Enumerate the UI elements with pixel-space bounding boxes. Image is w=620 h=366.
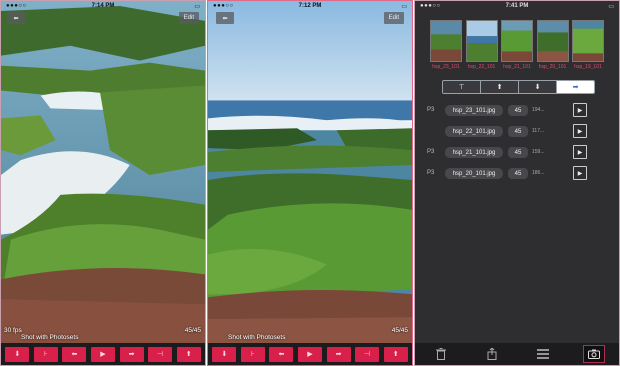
list-item: P3 hsp_23_101.jpg 45 194... ▶	[415, 102, 619, 123]
list-item: P3 hsp_21_101.jpg 45 159... ▶	[415, 144, 619, 165]
segment-top-bar[interactable]: ⊤	[443, 81, 481, 93]
frame-count-field[interactable]: 45	[508, 105, 528, 116]
thumbnail[interactable]: hsp_23_101	[430, 20, 462, 70]
camera-icon[interactable]	[582, 345, 605, 363]
playback-toolbar: ⬇ ⊦ ⬅ ▶ ➡ ⊣ ⬆	[1, 343, 205, 365]
list-item: P3 hsp_20_101.jpg 45 186... ▶	[415, 165, 619, 186]
thumbnail[interactable]: hsp_22_101	[465, 20, 498, 70]
status-time: 7:14 PM	[91, 3, 115, 9]
up-arrow-button[interactable]: ⬆	[383, 346, 408, 362]
filename-field[interactable]: hsp_22_101.jpg	[445, 126, 503, 137]
status-bar: ●●●○○ 7:14 PM ▭	[1, 1, 205, 11]
thumbnail-label: hsp_19_101	[574, 64, 602, 70]
frame-count-field[interactable]: 45	[508, 126, 528, 137]
fps-label: 30 fps	[4, 327, 22, 334]
edit-button[interactable]: Edit	[383, 12, 404, 24]
thumbnail-image	[465, 20, 498, 62]
photo-ocean-seaweed	[208, 1, 412, 343]
list-item: hsp_22_101.jpg 45 117... ▶	[415, 123, 619, 144]
photoset-viewer-landscape: ●●●○○ 7:14 PM ▭ ⬅ Edit 30 fps Shot with …	[0, 0, 206, 366]
row-info: 194...	[532, 107, 545, 113]
thumbnail-image	[501, 20, 533, 62]
thumbnail[interactable]: hsp_19_101	[572, 20, 604, 70]
last-frame-button[interactable]: ⊣	[148, 346, 173, 362]
caption: Shot with Photosets	[21, 334, 79, 341]
thumbnail-label: hsp_23_101	[432, 64, 460, 70]
down-arrow-button[interactable]: ⬇	[212, 346, 237, 362]
filename-field[interactable]: hsp_21_101.jpg	[445, 147, 503, 158]
row-info: 159...	[532, 149, 545, 155]
play-button[interactable]: ▶	[90, 346, 115, 362]
segment-right[interactable]: ➡	[557, 81, 594, 93]
thumbnail-image	[430, 20, 462, 62]
row-info: 117...	[532, 128, 545, 134]
next-button[interactable]: ➡	[326, 346, 351, 362]
up-arrow-button[interactable]: ⬆	[176, 346, 201, 362]
thumbnail-label: hsp_22_101	[467, 64, 496, 70]
direction-segmented-control: ⊤ ⬆ ⬇ ➡	[442, 80, 595, 94]
play-button[interactable]: ▶	[297, 346, 322, 362]
previous-button[interactable]: ⬅	[269, 346, 294, 362]
segment-up[interactable]: ⬆	[481, 81, 519, 93]
caption: Shot with Photosets	[228, 334, 286, 341]
play-button[interactable]: ▶	[573, 103, 587, 117]
thumbnail-strip: hsp_23_101 hsp_22_101 hsp_21_101 hsp_20_…	[430, 20, 604, 70]
thumbnail-image	[536, 20, 569, 62]
share-icon[interactable]	[481, 345, 503, 363]
first-frame-button[interactable]: ⊦	[240, 346, 265, 362]
thumbnail[interactable]: hsp_21_101	[501, 20, 533, 70]
trash-icon[interactable]	[430, 345, 452, 363]
status-bar: ●●●○○ 7:41 PM ▭	[415, 1, 619, 11]
last-frame-button[interactable]: ⊣	[355, 346, 380, 362]
file-list: P3 hsp_23_101.jpg 45 194... ▶ hsp_22_101…	[415, 102, 619, 186]
status-time: 7:12 PM	[298, 3, 322, 9]
row-prefix: P3	[427, 149, 435, 155]
down-arrow-button[interactable]: ⬇	[5, 346, 30, 362]
status-time: 7:41 PM	[505, 3, 529, 9]
row-info: 186...	[532, 170, 545, 176]
first-frame-button[interactable]: ⊦	[33, 346, 58, 362]
thumbnail-image	[572, 20, 604, 62]
play-button[interactable]: ▶	[573, 145, 587, 159]
list-icon[interactable]	[532, 345, 554, 363]
frame-counter: 45/45	[184, 327, 201, 334]
frame-count-field[interactable]: 45	[508, 147, 528, 158]
row-prefix: P3	[427, 170, 435, 176]
next-button[interactable]: ➡	[119, 346, 144, 362]
photoset-viewer-portrait: ●●●○○ 7:12 PM ▭ ⬅ Edit Shot with Photose…	[207, 0, 413, 366]
edit-button[interactable]: Edit	[178, 12, 199, 24]
bottom-toolbar	[415, 343, 619, 365]
play-button[interactable]: ▶	[573, 166, 587, 180]
thumbnail-label: hsp_21_101	[503, 64, 531, 70]
frame-counter: 45/45	[391, 327, 408, 334]
photoset-editor: ●●●○○ 7:41 PM ▭ hsp_23_101 hsp_22_101 hs…	[414, 0, 620, 366]
photo-rocks-surf	[1, 1, 205, 343]
status-bar: ●●●○○ 7:12 PM ▭	[208, 1, 412, 11]
filename-field[interactable]: hsp_23_101.jpg	[445, 105, 503, 116]
filename-field[interactable]: hsp_20_101.jpg	[445, 168, 503, 179]
back-button[interactable]: ⬅	[7, 12, 25, 24]
previous-button[interactable]: ⬅	[62, 346, 87, 362]
segment-down[interactable]: ⬇	[519, 81, 557, 93]
row-prefix: P3	[427, 107, 435, 113]
frame-count-field[interactable]: 45	[508, 168, 528, 179]
play-button[interactable]: ▶	[573, 124, 587, 138]
thumbnail-label: hsp_20_101	[538, 64, 567, 70]
playback-toolbar: ⬇ ⊦ ⬅ ▶ ➡ ⊣ ⬆	[208, 343, 412, 365]
back-button[interactable]: ⬅	[216, 12, 234, 24]
thumbnail[interactable]: hsp_20_101	[536, 20, 569, 70]
